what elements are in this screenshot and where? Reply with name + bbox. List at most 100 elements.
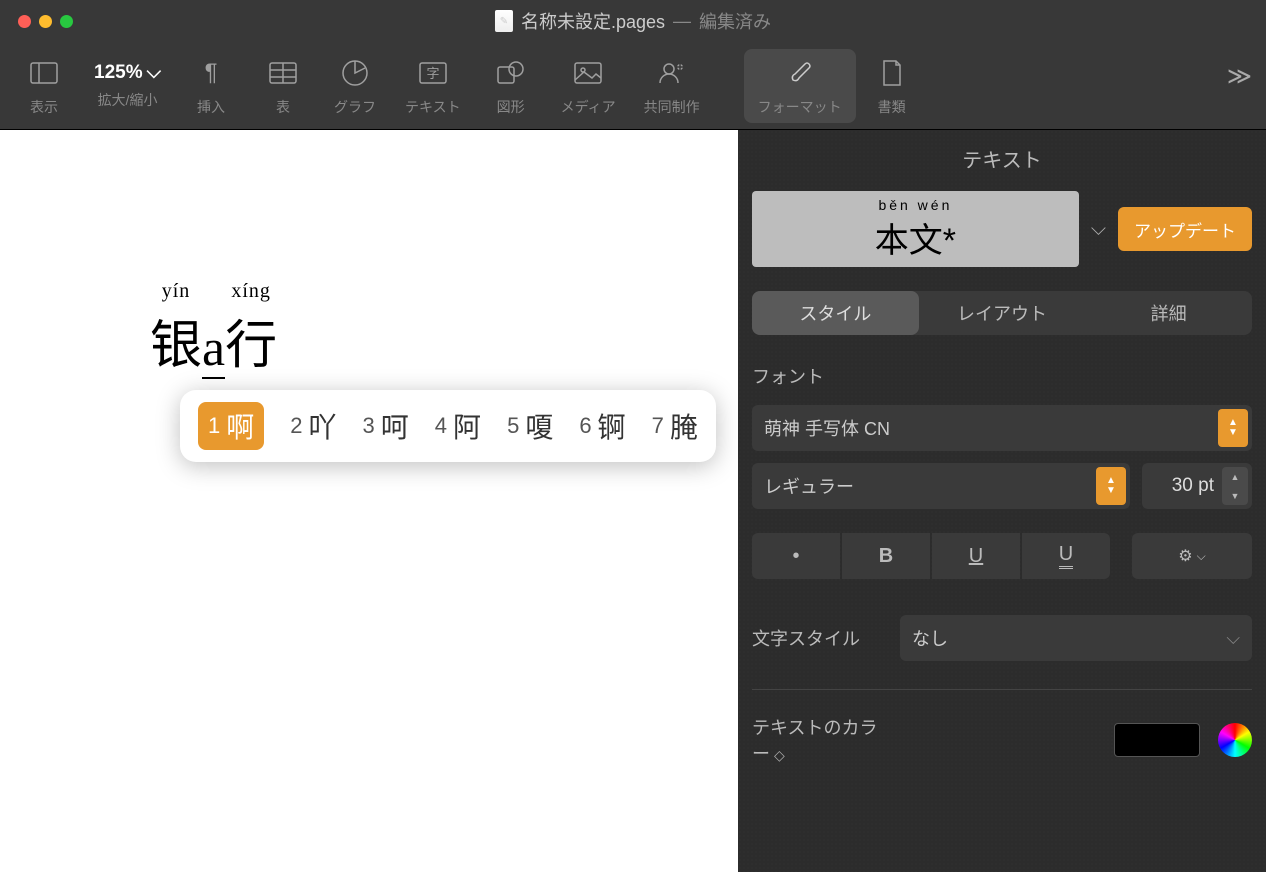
font-size-input[interactable]: 30 pt ▲▼ (1142, 463, 1252, 509)
char-style-value: なし (912, 625, 948, 651)
color-wheel-button[interactable] (1218, 723, 1252, 757)
page-icon (870, 55, 914, 91)
document-title: 名称未設定.pages (521, 8, 665, 34)
stepper-arrows-icon: ▲▼ (1218, 409, 1248, 447)
size-stepper: ▲▼ (1222, 467, 1248, 505)
font-weight-select[interactable]: レギュラー ▲▼ (752, 463, 1130, 509)
zoom-control[interactable]: 125%⌵ 拡大/縮小 (80, 62, 175, 110)
gear-icon: ⚙ (1178, 546, 1192, 566)
chevron-down-icon: ⌵ (1226, 628, 1240, 649)
chevron-down-icon: ⌵ (147, 62, 161, 84)
maximize-window[interactable] (60, 15, 73, 28)
underline-button[interactable]: U (932, 533, 1020, 579)
toolbar: 表示 125%⌵ 拡大/縮小 ¶ 挿入 表 グラフ 字 テキスト 図形 メディア… (0, 42, 1266, 130)
format-button[interactable]: フォーマット (744, 49, 856, 123)
font-size-value: 30 pt (1172, 475, 1214, 497)
font-weight-value: レギュラー (764, 473, 854, 499)
chart-button[interactable]: グラフ (319, 55, 391, 117)
table-label: 表 (276, 97, 290, 117)
document-icon: ✎ (495, 10, 513, 32)
char-style-label: 文字スタイル (752, 625, 882, 651)
chevron-down-icon: ⌵ (1197, 549, 1206, 564)
updown-icon: ◇ (774, 747, 785, 763)
insert-button[interactable]: ¶ 挿入 (175, 55, 247, 117)
font-family-select[interactable]: 萌神 手写体 CN ▲▼ (752, 405, 1252, 451)
ime-candidate-3[interactable]: 3呵 (363, 406, 409, 446)
ime-candidate-5[interactable]: 5嗄 (507, 406, 553, 446)
window-title: ✎ 名称未設定.pages — 編集済み (495, 8, 771, 34)
edited-status: 編集済み (699, 8, 771, 34)
char-style-select[interactable]: なし ⌵ (900, 615, 1252, 661)
sidebar-icon (22, 55, 66, 91)
close-window[interactable] (18, 15, 31, 28)
bullet-style-button[interactable]: • (752, 533, 840, 579)
image-icon (566, 55, 610, 91)
base-2: 行 (225, 303, 277, 378)
brush-icon (778, 55, 822, 91)
table-icon (261, 55, 305, 91)
text-label: テキスト (405, 97, 461, 117)
style-preview-ruby: běn wén (878, 197, 952, 213)
more-tools-button[interactable]: ≫ (1227, 62, 1252, 91)
ime-candidate-6[interactable]: 6锕 (579, 406, 625, 446)
inspector-tabs: スタイル レイアウト 詳細 (752, 291, 1252, 335)
view-label: 表示 (30, 97, 58, 117)
ime-candidate-bar: 1啊 2吖 3呵 4阿 5嗄 6锕 7腌 (180, 390, 716, 462)
text-color-label: テキストのカラー◇ (752, 714, 882, 766)
text-color-swatch[interactable] (1114, 723, 1200, 757)
ruby-2: xíng (231, 280, 271, 303)
ruby-1: yín (162, 280, 191, 303)
ime-composition: a (202, 320, 225, 379)
ime-candidate-1[interactable]: 1啊 (198, 402, 264, 450)
style-preview-base: 本文* (875, 213, 956, 262)
zoom-label: 拡大/縮小 (98, 90, 158, 110)
shape-icon (489, 55, 533, 91)
title-separator: — (673, 11, 691, 32)
document-label: 書類 (878, 97, 906, 117)
window-controls (18, 15, 73, 28)
tab-layout[interactable]: レイアウト (919, 291, 1086, 335)
update-style-button[interactable]: アップデート (1118, 207, 1252, 251)
shape-button[interactable]: 図形 (475, 55, 547, 117)
font-family-value: 萌神 手写体 CN (764, 415, 890, 441)
document-canvas[interactable]: yín银axíng行 1啊 2吖 3呵 4阿 5嗄 6锕 7腌 (0, 130, 738, 872)
chart-icon (333, 55, 377, 91)
bold-button[interactable]: B (842, 533, 930, 579)
advanced-font-button[interactable]: ⚙⌵ (1132, 533, 1252, 579)
paragraph-style-preview[interactable]: běn wén 本文* (752, 191, 1079, 267)
document-button[interactable]: 書類 (856, 55, 928, 117)
zoom-value: 125% (94, 62, 143, 84)
chart-label: グラフ (334, 97, 376, 117)
people-icon (650, 55, 694, 91)
main-area: yín银axíng行 1啊 2吖 3呵 4阿 5嗄 6锕 7腌 テキスト běn… (0, 130, 1266, 872)
tab-detail[interactable]: 詳細 (1085, 291, 1252, 335)
base-1: 银 (150, 303, 202, 378)
size-down[interactable]: ▼ (1222, 486, 1248, 505)
minimize-window[interactable] (39, 15, 52, 28)
view-button[interactable]: 表示 (8, 55, 80, 117)
inspector-title: テキスト (752, 144, 1252, 173)
media-button[interactable]: メディア (547, 55, 630, 117)
title-bar: ✎ 名称未設定.pages — 編集済み (0, 0, 1266, 42)
double-underline-button[interactable]: U (1022, 533, 1110, 579)
size-up[interactable]: ▲ (1222, 467, 1248, 486)
ime-candidate-7[interactable]: 7腌 (652, 406, 698, 446)
document-text[interactable]: yín银axíng行 (150, 280, 277, 378)
font-section-label: フォント (752, 363, 1252, 389)
tab-style[interactable]: スタイル (752, 291, 919, 335)
table-button[interactable]: 表 (247, 55, 319, 117)
stepper-arrows-icon: ▲▼ (1096, 467, 1126, 505)
style-dropdown-chevron[interactable]: ⌵ (1091, 218, 1106, 241)
divider (752, 689, 1252, 690)
ime-candidate-2[interactable]: 2吖 (290, 406, 336, 446)
svg-text:字: 字 (426, 66, 439, 81)
collab-label: 共同制作 (644, 97, 700, 117)
text-icon: 字 (411, 55, 455, 91)
media-label: メディア (561, 97, 616, 117)
text-button[interactable]: 字 テキスト (391, 55, 475, 117)
ime-candidate-4[interactable]: 4阿 (435, 406, 481, 446)
insert-label: 挿入 (197, 97, 225, 117)
pilcrow-icon: ¶ (189, 55, 233, 91)
format-inspector: テキスト běn wén 本文* ⌵ アップデート スタイル レイアウト 詳細 … (738, 130, 1266, 872)
collaborate-button[interactable]: 共同制作 (630, 55, 714, 117)
